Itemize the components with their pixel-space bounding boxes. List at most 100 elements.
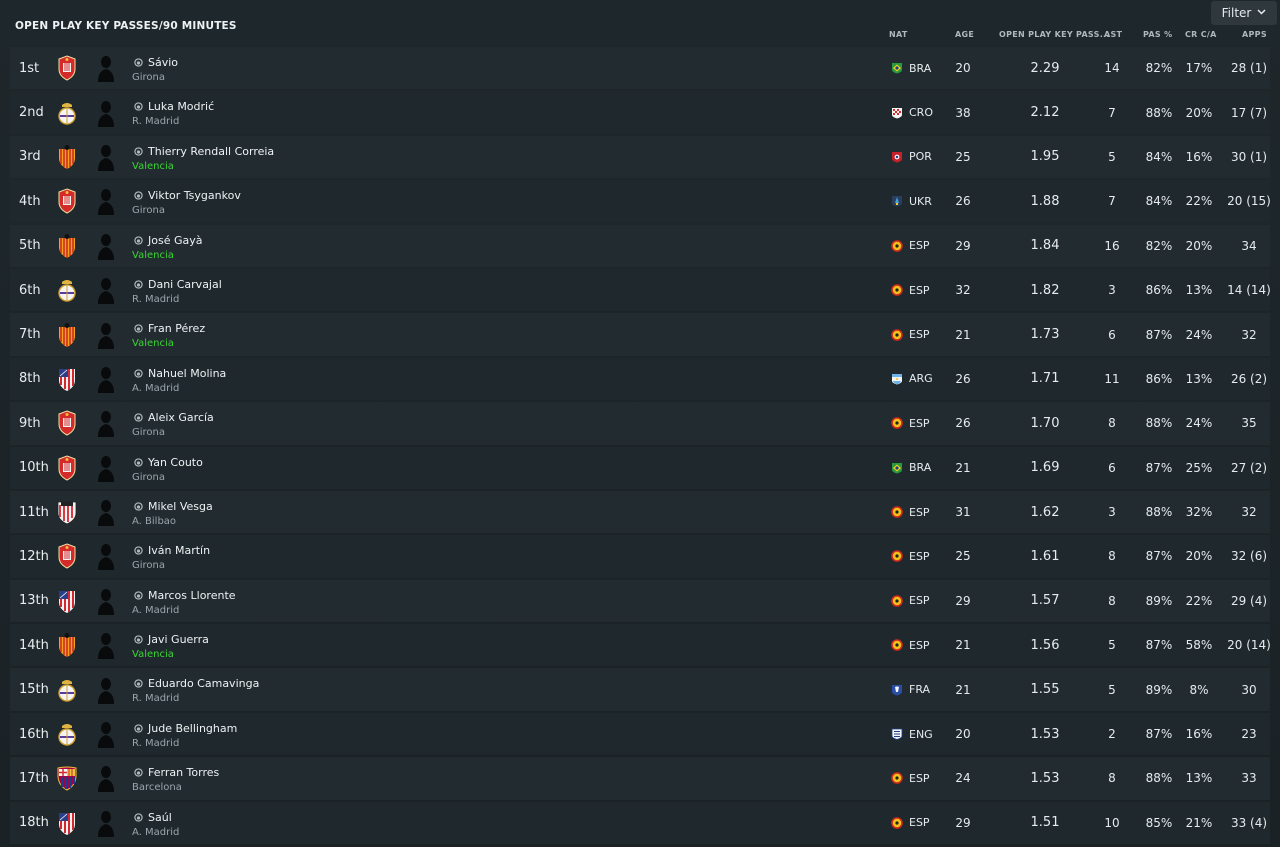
- assists-value: 14: [1104, 61, 1120, 76]
- header-pas[interactable]: PAS %: [1143, 30, 1172, 39]
- nationality[interactable]: ENG: [891, 713, 933, 755]
- player-name: Nahuel Molina: [148, 366, 227, 380]
- player-name-link[interactable]: Javi Guerra: [134, 633, 209, 646]
- player-silhouette-icon: [95, 491, 117, 533]
- filter-button[interactable]: Filter: [1211, 1, 1277, 25]
- header-age[interactable]: AGE: [955, 30, 974, 39]
- player-club-link[interactable]: Girona: [132, 472, 165, 483]
- player-info-icon: [134, 324, 143, 334]
- player-name-link[interactable]: Mikel Vesga: [134, 500, 213, 513]
- header-key-passes[interactable]: OPEN PLAY KEY PASS...: [999, 30, 1110, 39]
- player-silhouette-icon: [95, 447, 117, 489]
- nationality[interactable]: BRA: [891, 447, 931, 489]
- table-row[interactable]: 4th Viktor Tsygankov Girona UKR 26 1.88 7 84% 22…: [10, 180, 1271, 223]
- player-name-link[interactable]: Jude Bellingham: [134, 722, 237, 735]
- player-name: Dani Carvajal: [148, 277, 222, 291]
- player-club-link[interactable]: A. Bilbao: [132, 516, 176, 527]
- player-name-link[interactable]: Iván Martín: [134, 544, 210, 557]
- rank: 3rd: [19, 149, 41, 165]
- player-table: 1st Sávio Girona BRA 20 2.29 14 82% 17% 28 (1) 2nd…: [10, 47, 1271, 846]
- cross-pct-value: 20%: [1185, 238, 1213, 253]
- table-row[interactable]: 16th Jude Bellingham R. Madrid ENG 20 1.53 2 87…: [10, 712, 1270, 756]
- table-row[interactable]: 8th Nahuel Molina A. Madrid ARG 26 1.71 11 86% 1…: [10, 357, 1270, 401]
- player-name-link[interactable]: Viktor Tsygankov: [134, 189, 241, 202]
- player-club-link[interactable]: Barcelona: [132, 782, 182, 793]
- nationality[interactable]: ESP: [891, 757, 930, 799]
- nationality[interactable]: ESP: [891, 402, 930, 444]
- player-name-link[interactable]: Yan Couto: [134, 456, 203, 469]
- player-name-link[interactable]: Fran Pérez: [134, 322, 205, 335]
- nationality[interactable]: ESP: [891, 269, 930, 311]
- player-name-link[interactable]: Sávio: [134, 56, 178, 69]
- player-name-link[interactable]: Nahuel Molina: [134, 367, 226, 380]
- table-row[interactable]: 5th José Gayà Valencia ESP 29 1.84 16 82% 20% 34: [10, 224, 1270, 267]
- table-row[interactable]: 11th Mikel Vesga A. Bilbao ESP 31 1.62 3 88% 32%…: [10, 490, 1270, 534]
- player-name-link[interactable]: Eduardo Camavinga: [134, 677, 259, 690]
- table-row[interactable]: 18th Saúl A. Madrid ESP 29 1.51 10 85% 21% 33 (4): [10, 801, 1270, 845]
- table-row[interactable]: 12th Iván Martín Girona ESP 25 1.61 8 87% 20% 32 …: [10, 535, 1270, 578]
- header-apps[interactable]: APPS: [1242, 30, 1267, 39]
- nationality[interactable]: ESP: [891, 580, 930, 622]
- table-row[interactable]: 6th Dani Carvajal R. Madrid ESP 32 1.82 3 86% 13…: [10, 268, 1271, 312]
- nationality[interactable]: ESP: [891, 491, 930, 533]
- apps-value: 33: [1241, 771, 1257, 786]
- player-name-link[interactable]: Marcos Llorente: [134, 589, 236, 602]
- player-club-link[interactable]: Valencia: [132, 649, 174, 660]
- player-club-link[interactable]: Valencia: [132, 250, 174, 261]
- player-name-link[interactable]: Aleix García: [134, 411, 214, 424]
- nationality[interactable]: FRA: [891, 668, 930, 710]
- player-name-link[interactable]: Dani Carvajal: [134, 278, 222, 291]
- athletic-badge-icon: [54, 491, 80, 533]
- nationality[interactable]: CRO: [891, 91, 933, 133]
- table-row[interactable]: 7th Fran Pérez Valencia ESP 21 1.73 6 87% 24% 32: [10, 313, 1270, 356]
- player-name-link[interactable]: José Gayà: [134, 234, 202, 247]
- header-nat[interactable]: NAT: [889, 30, 908, 39]
- nationality[interactable]: ESP: [891, 225, 930, 267]
- table-row[interactable]: 9th Aleix García Girona ESP 26 1.70 8 88% 24% 35: [10, 402, 1270, 445]
- player-club-link[interactable]: R. Madrid: [132, 294, 179, 305]
- player-info-icon: [134, 812, 143, 822]
- player-club-link[interactable]: Girona: [132, 72, 165, 83]
- nationality[interactable]: BRA: [891, 47, 931, 89]
- table-row[interactable]: 3rd Thierry Rendall Correia Valencia POR 25 1…: [10, 135, 1270, 179]
- age-value: 20: [955, 727, 971, 742]
- table-row[interactable]: 1st Sávio Girona BRA 20 2.29 14 82% 17% 28 (1): [10, 47, 1270, 90]
- nationality[interactable]: ESP: [891, 313, 930, 355]
- table-row[interactable]: 17th Ferran Torres Barcelona ESP 24 1.53 8 88% 1…: [10, 757, 1270, 800]
- player-club-link[interactable]: Valencia: [132, 161, 174, 172]
- table-row[interactable]: 10th Yan Couto Girona BRA 21 1.69 6 87% 25% 27 (2…: [10, 446, 1270, 489]
- nationality[interactable]: POR: [891, 136, 932, 178]
- player-club-link[interactable]: A. Madrid: [132, 605, 179, 616]
- player-club-link[interactable]: Valencia: [132, 338, 174, 349]
- player-club-link[interactable]: A. Madrid: [132, 827, 179, 838]
- player-name-link[interactable]: Ferran Torres: [134, 766, 219, 779]
- player-info-icon: [134, 546, 143, 555]
- player-name-link[interactable]: Saúl: [134, 811, 172, 824]
- age-value: 29: [955, 593, 971, 608]
- player-name: Eduardo Camavinga: [148, 677, 260, 691]
- nationality[interactable]: ESP: [891, 624, 930, 666]
- table-row[interactable]: 15th Eduardo Camavinga R. Madrid FRA 21 1.55 5…: [10, 668, 1270, 711]
- player-info-icon: [134, 768, 143, 777]
- player-name-link[interactable]: Thierry Rendall Correia: [134, 145, 274, 158]
- nationality[interactable]: ARG: [891, 358, 933, 400]
- nationality[interactable]: ESP: [891, 535, 930, 577]
- player-club-link[interactable]: Girona: [132, 427, 165, 438]
- key-passes-value: 1.95: [1030, 149, 1060, 165]
- nationality[interactable]: UKR: [891, 180, 932, 222]
- player-club-link[interactable]: Girona: [132, 560, 165, 571]
- table-row[interactable]: 14th Javi Guerra Valencia ESP 21 1.56 5 87% 58% 2…: [10, 624, 1271, 667]
- table-row[interactable]: 2nd Luka Modrić R. Madrid CRO 38 2.12 7 88% 20% 1…: [10, 91, 1270, 134]
- header-crc[interactable]: CR C/A: [1185, 30, 1217, 39]
- player-club-link[interactable]: R. Madrid: [132, 738, 179, 749]
- header-ast[interactable]: AST: [1104, 30, 1122, 39]
- key-passes-value: 2.29: [1030, 60, 1060, 76]
- player-club-link[interactable]: R. Madrid: [132, 116, 179, 127]
- player-name-link[interactable]: Luka Modrić: [134, 100, 214, 113]
- player-club-link[interactable]: Girona: [132, 205, 165, 216]
- nationality[interactable]: ESP: [891, 802, 930, 844]
- player-club-link[interactable]: R. Madrid: [132, 693, 179, 704]
- table-row[interactable]: 13th Marcos Llorente A. Madrid ESP 29 1.57 8 89…: [10, 579, 1270, 623]
- arg-flag-icon: [891, 373, 903, 385]
- player-club-link[interactable]: A. Madrid: [132, 383, 179, 394]
